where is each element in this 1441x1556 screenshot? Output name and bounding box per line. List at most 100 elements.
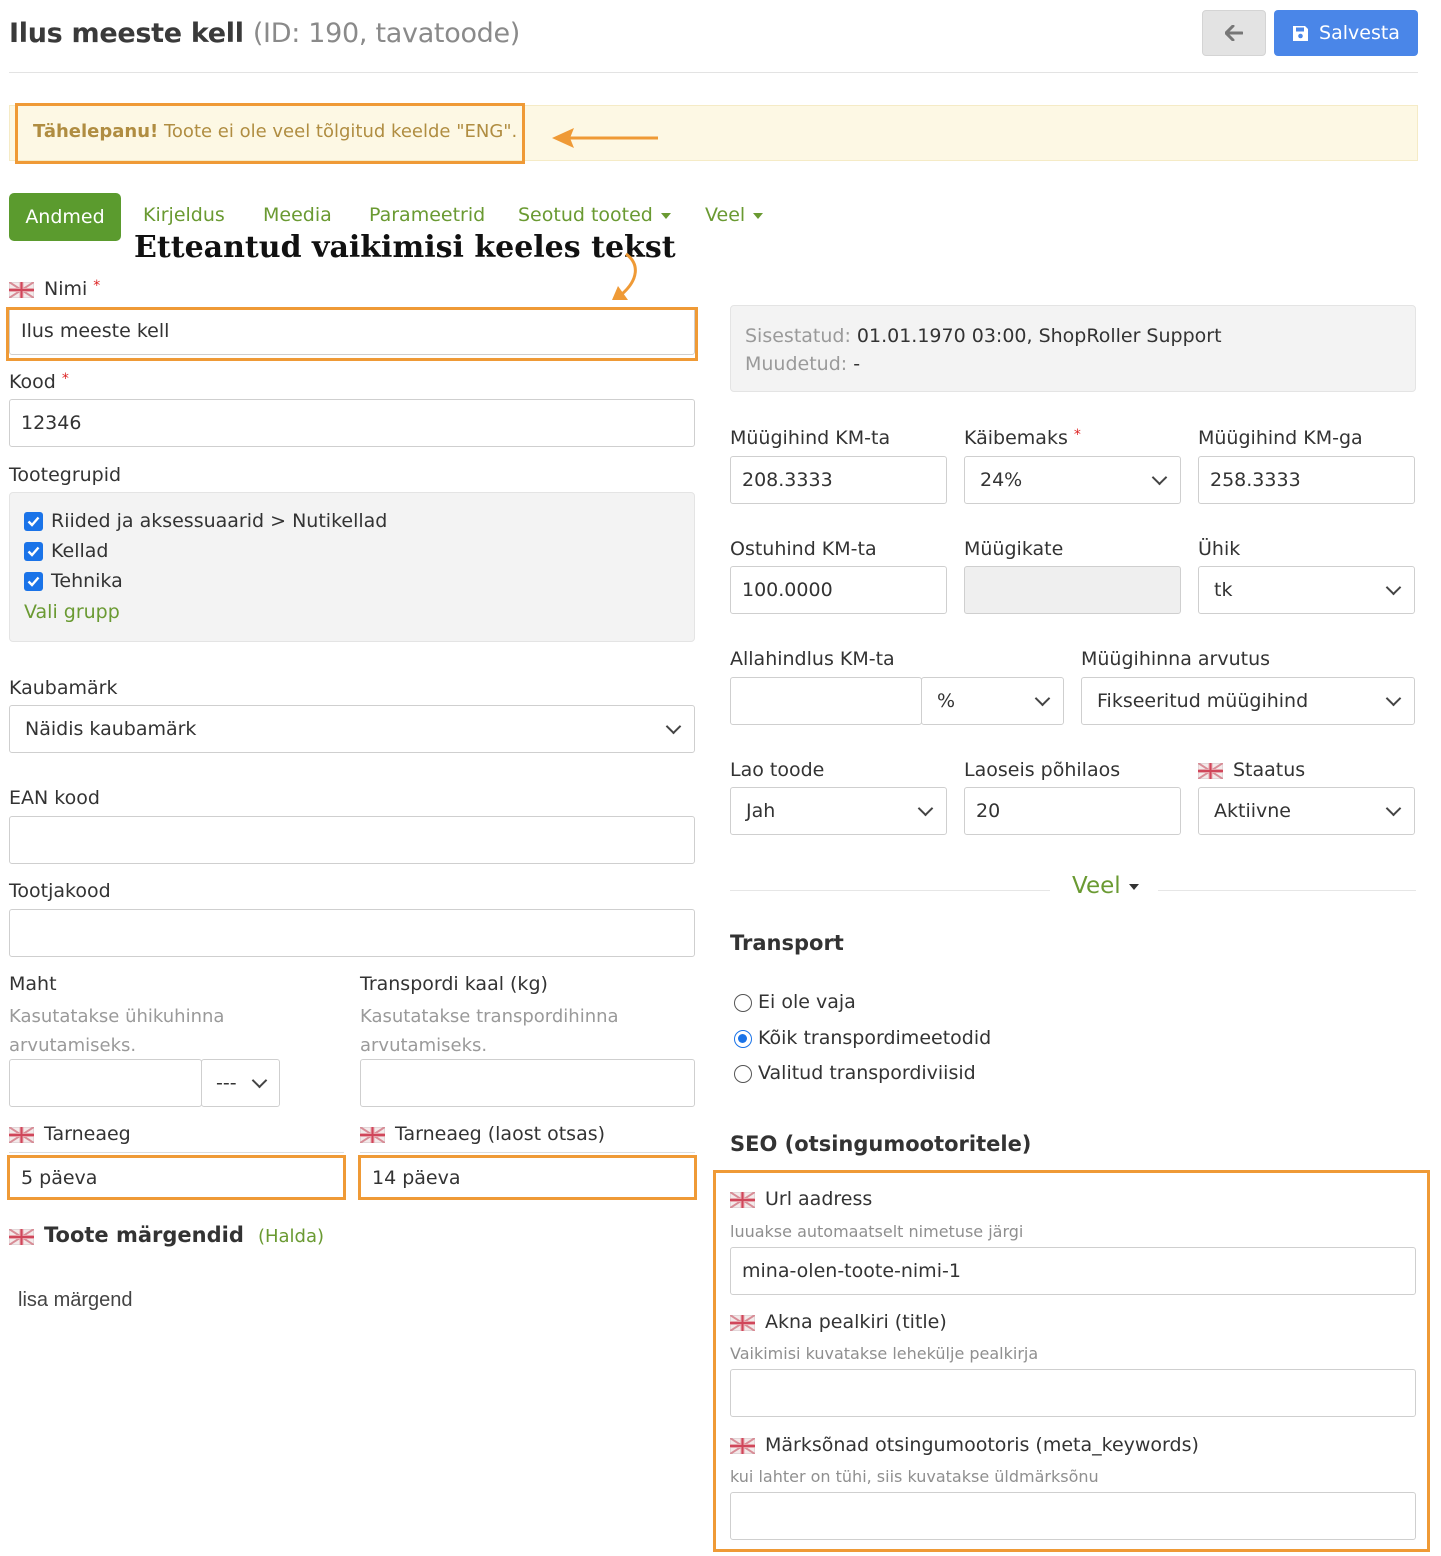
product-title: Ilus meeste kell — [9, 18, 244, 49]
purchase-input[interactable]: 100.0000 — [730, 566, 947, 614]
choose-group-link[interactable]: Vali grupp — [24, 601, 120, 623]
tab-label: Seotud tooted — [518, 204, 653, 226]
tab-label: Meedia — [263, 204, 332, 226]
curved-arrow-annotation-icon — [612, 252, 637, 300]
delivery-stock-input[interactable]: 14 päeva — [358, 1155, 697, 1200]
delivery-stock-divider — [360, 1152, 695, 1153]
stock-main-input[interactable]: 20 — [964, 787, 1181, 835]
brand-select[interactable]: Näidis kaubamärk — [9, 705, 695, 753]
delivery-label: Tarneaeg — [9, 1123, 131, 1145]
page-title: Ilus meeste kell (ID: 190, tavatoode) — [9, 18, 520, 49]
status-select[interactable]: Aktiivne — [1198, 787, 1415, 835]
keywords-label: Märksõnad otsingumootoris (meta_keywords… — [730, 1434, 1199, 1456]
group-item[interactable]: Riided ja aksessuaarid > Nutikellad — [24, 510, 387, 532]
window-title-input[interactable] — [730, 1369, 1416, 1417]
discount-input[interactable] — [730, 677, 922, 725]
chevron-down-icon — [1034, 690, 1051, 706]
uk-flag-icon — [9, 282, 34, 298]
volume-label: Maht — [9, 973, 57, 995]
chevron-down-icon — [251, 1072, 268, 1088]
tab-seotud-tooted[interactable]: Seotud tooted — [518, 204, 671, 226]
price-excl-value: 208.3333 — [742, 469, 833, 491]
stock-item-label: Lao toode — [730, 759, 825, 781]
price-excl-input[interactable]: 208.3333 — [730, 456, 947, 504]
created-label: Sisestatud: — [745, 325, 851, 347]
caret-down-icon — [753, 212, 764, 219]
floppy-disk-icon — [1293, 25, 1309, 41]
transport-option[interactable]: Ei ole vaja — [734, 991, 856, 1013]
add-tag-input[interactable]: lisa märgend — [18, 1289, 133, 1312]
tab-parameetrid[interactable]: Parameetrid — [369, 204, 485, 226]
radio-icon[interactable] — [734, 993, 752, 1012]
price-incl-input[interactable]: 258.3333 — [1198, 456, 1415, 504]
price-incl-value: 258.3333 — [1210, 469, 1301, 491]
required-marker: * — [1073, 427, 1081, 443]
ean-label: EAN kood — [9, 787, 100, 809]
volume-unit-value: --- — [216, 1072, 237, 1094]
group-item[interactable]: Kellad — [24, 540, 108, 562]
info-text: Sisestatud: 01.01.1970 03:00, ShopRoller… — [745, 322, 1222, 378]
maker-code-input[interactable] — [9, 909, 695, 957]
save-button[interactable]: Salvesta — [1274, 10, 1418, 56]
more-toggle[interactable]: Veel — [1072, 873, 1139, 899]
url-value: mina-olen-toote-nimi-1 — [742, 1260, 961, 1282]
arrow-left-annotation-icon — [552, 128, 658, 148]
volume-hint: Kasutatakse ühikuhinna arvutamiseks. — [9, 1006, 225, 1056]
group-item[interactable]: Tehnika — [24, 570, 123, 592]
groups-label: Tootegrupid — [9, 464, 122, 486]
vat-select[interactable]: 24% — [964, 456, 1181, 504]
product-id-subtitle: (ID: 190, tavatoode) — [252, 18, 521, 49]
unit-select[interactable]: tk — [1198, 566, 1415, 614]
code-input[interactable]: 12346 — [9, 399, 695, 447]
radio-selected-icon[interactable] — [734, 1029, 752, 1048]
checkbox-checked-icon[interactable] — [24, 512, 43, 531]
tags-header: Toote märgendid (Halda) — [9, 1223, 324, 1247]
seo-title: SEO (otsingumootoritele) — [730, 1132, 1032, 1156]
caret-down-icon — [1128, 883, 1139, 890]
status-label: Staatus — [1198, 759, 1305, 781]
uk-flag-icon — [9, 1127, 34, 1143]
ean-input[interactable] — [9, 816, 695, 864]
transport-option[interactable]: Valitud transpordiviisid — [734, 1062, 976, 1084]
tab-veel[interactable]: Veel — [705, 204, 764, 226]
modified-value: - — [847, 353, 861, 375]
checkbox-checked-icon[interactable] — [24, 542, 43, 561]
uk-flag-icon — [730, 1192, 755, 1208]
weight-input[interactable] — [360, 1059, 695, 1107]
price-calc-select[interactable]: Fikseeritud müügihind — [1081, 677, 1415, 725]
uk-flag-icon — [1198, 763, 1223, 779]
keywords-input[interactable] — [730, 1492, 1416, 1540]
uk-flag-icon — [730, 1315, 755, 1331]
tab-label: Andmed — [25, 206, 105, 228]
tab-meedia[interactable]: Meedia — [263, 204, 332, 226]
url-label: Url aadress — [730, 1188, 872, 1210]
discount-unit-select[interactable]: % — [921, 677, 1064, 725]
radio-icon[interactable] — [734, 1064, 752, 1083]
tags-manage-link[interactable]: (Halda) — [258, 1226, 324, 1247]
more-label: Veel — [1072, 873, 1121, 899]
brand-label: Kaubamärk — [9, 677, 118, 699]
chevron-down-icon — [917, 800, 934, 816]
chevron-down-icon — [1151, 469, 1168, 485]
more-divider-right — [1158, 890, 1416, 891]
chevron-down-icon — [1385, 579, 1402, 595]
volume-unit-select[interactable]: --- — [201, 1059, 280, 1107]
required-marker: * — [61, 371, 69, 387]
tab-andmed[interactable]: Andmed — [9, 193, 121, 241]
delivery-input[interactable]: 5 päeva — [7, 1155, 346, 1200]
volume-input[interactable] — [9, 1059, 202, 1107]
keywords-label-text: Märksõnad otsingumootoris (meta_keywords… — [765, 1434, 1199, 1456]
code-value: 12346 — [21, 412, 82, 434]
highlight-name-box — [6, 307, 698, 361]
transport-option[interactable]: Kõik transpordimeetodid — [734, 1027, 991, 1049]
stock-item-select[interactable]: Jah — [730, 787, 947, 835]
delivery-value: 5 päeva — [21, 1166, 98, 1189]
unit-label: Ühik — [1198, 538, 1241, 560]
checkbox-checked-icon[interactable] — [24, 572, 43, 591]
vat-label: Käibemaks * — [964, 427, 1081, 449]
back-button[interactable] — [1202, 10, 1266, 56]
stock-item-value: Jah — [746, 800, 776, 822]
margin-label: Müügikate — [964, 538, 1064, 560]
url-input[interactable]: mina-olen-toote-nimi-1 — [730, 1247, 1416, 1295]
tab-kirjeldus[interactable]: Kirjeldus — [143, 204, 225, 226]
